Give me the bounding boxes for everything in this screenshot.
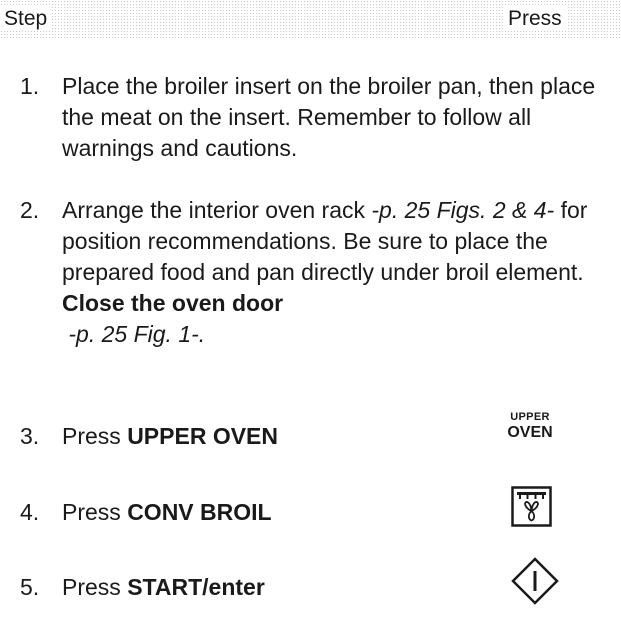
step-number: 4. — [20, 499, 40, 525]
upper-oven-key-icon: UPPER OVEN — [500, 411, 560, 442]
step-2: 2. Arrange the interior oven rack -p. 25… — [20, 195, 615, 350]
press-prefix: Press — [62, 574, 128, 600]
press-prefix: Press — [62, 423, 128, 449]
step-text: Arrange the interior oven rack -p. 25 Fi… — [62, 195, 615, 350]
emphasis-text: Close the oven door — [62, 290, 284, 316]
step-column-header: Step — [0, 7, 52, 31]
upper-oven-key-line2: OVEN — [507, 424, 553, 441]
step-number: 5. — [20, 574, 40, 600]
key-name: UPPER OVEN — [127, 423, 279, 449]
page-reference: -p. 25 Fig. 1-. — [68, 321, 206, 347]
step-text-part: Arrange the interior oven rack — [62, 197, 372, 223]
upper-oven-key-line1: UPPER — [510, 411, 550, 423]
key-name: CONV BROIL — [127, 499, 272, 525]
step-number: 1. — [20, 73, 40, 99]
step-text: Place the broiler insert on the broiler … — [62, 73, 596, 161]
step-number: 2. — [20, 197, 40, 223]
page-reference: -p. 25 Figs. 2 & 4- — [371, 197, 555, 223]
press-column-header: Press — [504, 7, 568, 31]
step-number: 3. — [20, 423, 40, 449]
conv-broil-icon — [511, 486, 552, 527]
key-name: START/enter — [127, 574, 265, 600]
start-enter-icon — [511, 557, 559, 605]
table-header: Step Press — [0, 0, 621, 40]
press-prefix: Press — [62, 499, 128, 525]
step-1: 1. Place the broiler insert on the broil… — [20, 71, 615, 164]
